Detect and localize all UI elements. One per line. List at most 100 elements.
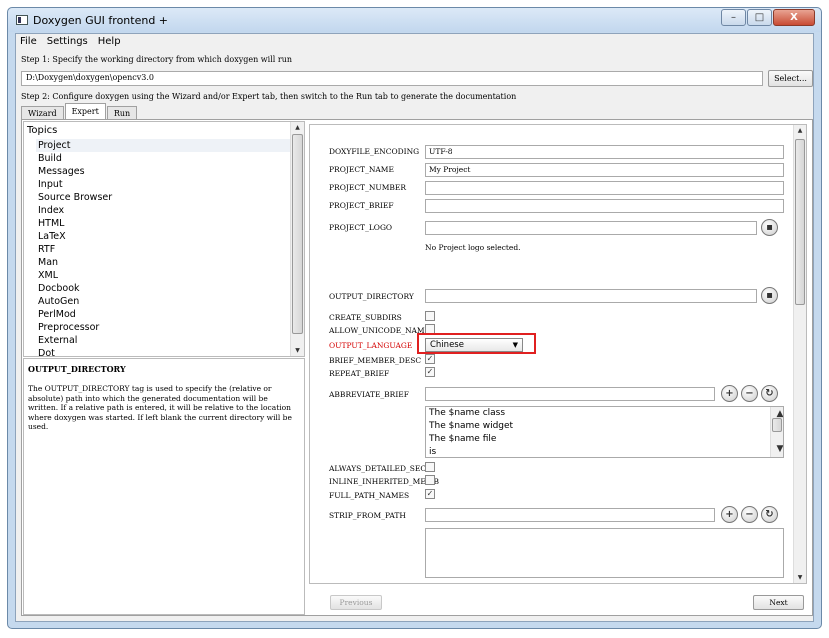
list-item[interactable]: The $name class	[426, 407, 783, 420]
tab-expert[interactable]: Expert	[64, 103, 106, 119]
working-directory-input[interactable]: D:\Doxygen\doxygen\opencv3.0	[21, 71, 763, 86]
browse-output-button[interactable]: ▪	[761, 287, 778, 304]
always-detailed-sec-label: ALWAYS_DETAILED_SEC	[329, 464, 427, 473]
close-button[interactable]: X	[773, 9, 815, 26]
scroll-down-arrow-icon[interactable]: ▼	[291, 347, 304, 354]
scroll-down-arrow-icon[interactable]: ▼	[794, 574, 806, 581]
project-number-label: PROJECT_NUMBER	[329, 183, 407, 192]
topic-man[interactable]: Man	[36, 256, 291, 269]
create-subdirs-checkbox[interactable]	[425, 311, 435, 321]
reset-icon: ↻	[765, 388, 774, 399]
folder-icon: ▪	[766, 290, 773, 301]
project-brief-label: PROJECT_BRIEF	[329, 201, 394, 210]
left-pane: Topics Project Build Messages Input Sour…	[23, 121, 305, 615]
topic-preprocessor[interactable]: Preprocessor	[36, 321, 291, 334]
project-name-field[interactable]: My Project	[425, 163, 784, 177]
browse-logo-button[interactable]: ▪	[761, 219, 778, 236]
topic-project[interactable]: Project	[36, 139, 291, 152]
topic-rtf[interactable]: RTF	[36, 243, 291, 256]
menu-help[interactable]: Help	[94, 34, 127, 50]
topic-docbook[interactable]: Docbook	[36, 282, 291, 295]
topic-latex[interactable]: LaTeX	[36, 230, 291, 243]
repeat-brief-label: REPEAT_BRIEF	[329, 369, 390, 378]
scroll-up-arrow-icon[interactable]: ▲	[794, 127, 806, 134]
abbreviate-brief-field[interactable]	[425, 387, 715, 401]
topic-perlmod[interactable]: PerlMod	[36, 308, 291, 321]
list-item[interactable]: is	[426, 446, 783, 457]
maximize-button[interactable]: □	[747, 9, 772, 26]
list-item[interactable]: The $name widget	[426, 420, 783, 433]
settings-scroll-thumb[interactable]	[795, 139, 805, 305]
plus-icon: +	[725, 509, 734, 520]
main-window: Doxygen GUI frontend + – □ X File Settin…	[7, 7, 822, 629]
project-logo-label: PROJECT_LOGO	[329, 223, 393, 232]
highlight-box	[417, 333, 536, 354]
doxyfile-encoding-field[interactable]: UTF-8	[425, 145, 784, 159]
minimize-button[interactable]: –	[721, 9, 746, 26]
abbreviate-brief-list[interactable]: The $name class The $name widget The $na…	[425, 406, 784, 458]
strip-from-path-list[interactable]	[425, 528, 784, 578]
title-bar[interactable]: Doxygen GUI frontend + – □ X	[8, 8, 821, 32]
tab-wizard[interactable]: Wizard	[21, 106, 64, 119]
topic-input[interactable]: Input	[36, 178, 291, 191]
scroll-down-arrow-icon[interactable]: ▼	[771, 443, 783, 456]
topic-messages[interactable]: Messages	[36, 165, 291, 178]
project-brief-field[interactable]	[425, 199, 784, 213]
repeat-brief-checkbox[interactable]: ✓	[425, 367, 435, 377]
topics-list: Topics Project Build Messages Input Sour…	[23, 121, 305, 357]
topic-items: Project Build Messages Input Source Brow…	[36, 139, 291, 356]
remove-path-button[interactable]: −	[741, 506, 758, 523]
doxyfile-encoding-label: DOXYFILE_ENCODING	[329, 147, 420, 156]
scroll-up-arrow-icon[interactable]: ▲	[291, 124, 304, 131]
add-item-button[interactable]: +	[721, 385, 738, 402]
output-language-label: OUTPUT_LANGUAGE	[329, 341, 413, 350]
brief-member-desc-checkbox[interactable]: ✓	[425, 354, 435, 364]
add-path-button[interactable]: +	[721, 506, 738, 523]
tab-run[interactable]: Run	[106, 106, 138, 119]
reset-items-button[interactable]: ↻	[761, 385, 778, 402]
reset-icon: ↻	[765, 509, 774, 520]
client-area: File Settings Help Step 1: Specify the w…	[15, 33, 814, 622]
menu-file[interactable]: File	[16, 34, 43, 50]
always-detailed-sec-checkbox[interactable]	[425, 462, 435, 472]
topic-dot[interactable]: Dot	[36, 347, 291, 356]
project-logo-note: No Project logo selected.	[425, 243, 521, 252]
topic-build[interactable]: Build	[36, 152, 291, 165]
settings-scrollbar[interactable]: ▲ ▼	[793, 125, 806, 583]
output-directory-field[interactable]	[425, 289, 757, 303]
create-subdirs-label: CREATE_SUBDIRS	[329, 313, 402, 322]
right-pane: DOXYFILE_ENCODING UTF-8 PROJECT_NAME My …	[309, 121, 807, 615]
topic-external[interactable]: External	[36, 334, 291, 347]
project-number-field[interactable]	[425, 181, 784, 195]
topic-autogen[interactable]: AutoGen	[36, 295, 291, 308]
list-scrollbar[interactable]: ▲ ▼	[770, 407, 783, 457]
next-button[interactable]: Next	[753, 595, 804, 610]
help-text: The OUTPUT_DIRECTORY tag is used to spec…	[28, 384, 292, 431]
menu-bar: File Settings Help	[16, 34, 813, 50]
inline-inherited-memb-checkbox[interactable]	[425, 475, 435, 485]
step1-label: Step 1: Specify the working directory fr…	[21, 55, 292, 64]
list-scroll-thumb[interactable]	[772, 418, 782, 432]
reset-path-button[interactable]: ↻	[761, 506, 778, 523]
abbreviate-brief-label: ABBREVIATE_BRIEF	[329, 390, 409, 399]
inline-inherited-memb-label: INLINE_INHERITED_MEMB	[329, 477, 439, 486]
strip-from-path-field[interactable]	[425, 508, 715, 522]
full-path-names-checkbox[interactable]: ✓	[425, 489, 435, 499]
project-name-label: PROJECT_NAME	[329, 165, 394, 174]
topics-scrollbar[interactable]: ▲ ▼	[290, 122, 304, 356]
topic-xml[interactable]: XML	[36, 269, 291, 282]
previous-button[interactable]: Previous	[330, 595, 382, 610]
select-directory-button[interactable]: Select...	[768, 70, 813, 87]
topic-index[interactable]: Index	[36, 204, 291, 217]
remove-item-button[interactable]: −	[741, 385, 758, 402]
project-logo-field[interactable]	[425, 221, 757, 235]
topic-html[interactable]: HTML	[36, 217, 291, 230]
topic-source-browser[interactable]: Source Browser	[36, 191, 291, 204]
menu-settings[interactable]: Settings	[43, 34, 94, 50]
caption-buttons: – □ X	[720, 9, 815, 27]
help-title: OUTPUT_DIRECTORY	[28, 364, 126, 374]
list-item[interactable]: The $name file	[426, 433, 783, 446]
topics-scroll-thumb[interactable]	[292, 134, 303, 334]
plus-icon: +	[725, 388, 734, 399]
topics-heading: Topics	[27, 125, 58, 136]
